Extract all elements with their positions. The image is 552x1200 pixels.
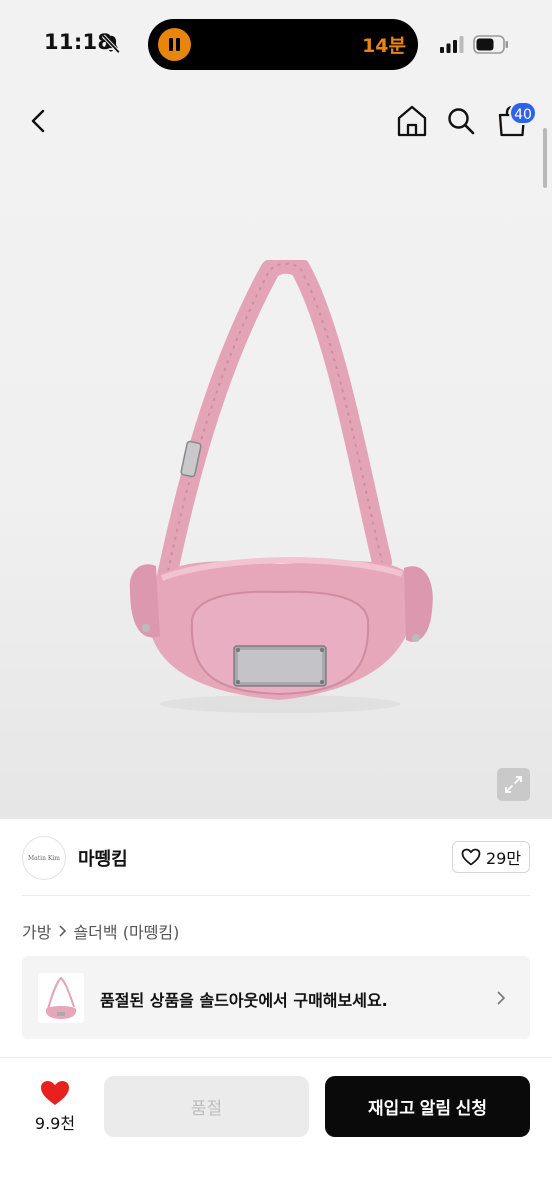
battery-icon [473,35,508,54]
divider [22,895,530,896]
search-icon[interactable] [446,106,476,136]
heart-outline-icon [461,848,481,866]
status-bar: 11:18 14분 [0,0,552,92]
expand-button[interactable] [497,768,530,801]
promo-thumbnail [38,973,84,1023]
island-timer: 14분 [362,35,406,57]
heart-filled-icon[interactable] [40,1080,70,1106]
product-image[interactable] [120,260,440,720]
pause-icon[interactable] [158,28,191,61]
scrollbar[interactable] [543,128,547,188]
breadcrumb: 가방 숄더백 (마뗑킴) [22,919,179,943]
wish-count: 29만 [485,849,522,868]
promo-text: 품절된 상품을 솔드아웃에서 구매해보세요. [100,991,388,1010]
divider [0,1057,552,1058]
bell-slash-icon [101,34,121,54]
soldout-button[interactable]: 품절 [104,1076,309,1137]
chevron-left-icon[interactable] [24,106,54,136]
brand-name[interactable]: 마뗑킴 [78,845,128,871]
brand-logo-text: Matin Kim [28,854,60,862]
brand-logo[interactable]: Matin Kim [22,836,66,880]
wishlist-button[interactable]: 29만 [452,841,530,873]
restock-alert-button[interactable]: 재입고 알림 신청 [325,1076,530,1137]
cart-count-badge: 40 [509,101,537,125]
expand-icon [505,776,522,793]
chevron-right-icon [497,991,506,1005]
breadcrumb-category[interactable]: 가방 [22,919,51,943]
breadcrumb-subcategory[interactable]: 숄더백 (마뗑킴) [73,919,179,943]
soldout-promo-banner[interactable]: 품절된 상품을 솔드아웃에서 구매해보세요. [22,956,530,1039]
home-icon[interactable] [396,104,428,138]
chevron-right-icon [57,924,67,938]
like-count: 9.9천 [34,1114,76,1133]
cellular-signal-icon [440,36,464,53]
dynamic-island[interactable]: 14분 [148,19,418,70]
